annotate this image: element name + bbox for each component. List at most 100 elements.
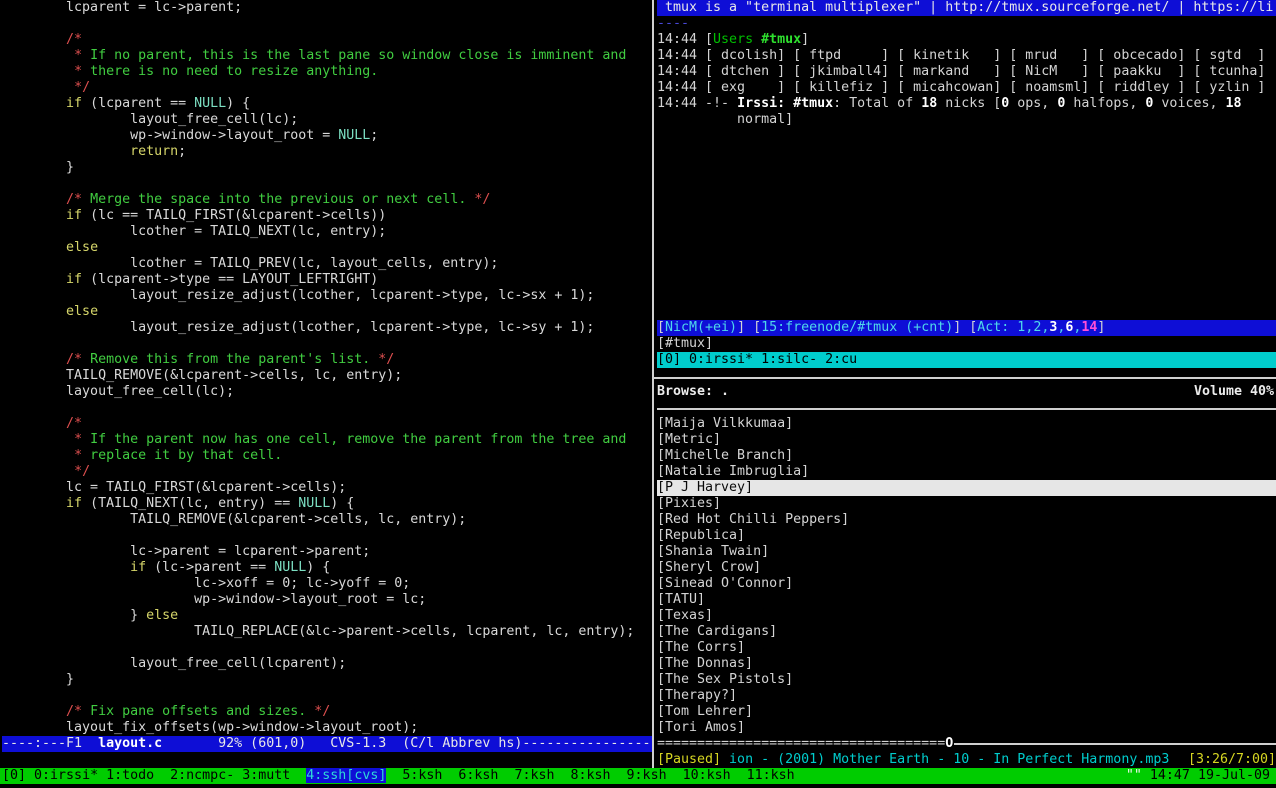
- irssi-message-line: 14:44 -!- Irssi: #tmux: Total of 18 nick…: [657, 96, 1276, 112]
- editor-pane[interactable]: lcparent = lc->parent; /* * If no parent…: [2, 0, 652, 768]
- text-segment: (lc->parent ==: [146, 560, 274, 575]
- text-segment: if: [130, 560, 146, 575]
- artist-item[interactable]: [Therapy?]: [657, 688, 1276, 704]
- code-line: }: [2, 160, 652, 176]
- artist-item[interactable]: [The Cardigans]: [657, 624, 1276, 640]
- code-line: lcother = TAILQ_PREV(lc, layout_cells, e…: [2, 256, 652, 272]
- code-line: /*: [2, 32, 652, 48]
- text-segment: /*: [66, 192, 90, 207]
- code-line: [2, 400, 652, 416]
- artist-item[interactable]: [Shania Twain]: [657, 544, 1276, 560]
- text-segment: ]: [1097, 320, 1105, 335]
- code-line: }: [2, 672, 652, 688]
- pane-border-vertical: [652, 0, 654, 768]
- ncmpc-pane[interactable]: Browse: . Volume 40% [Maija Vilkkumaa][M…: [657, 384, 1276, 768]
- text-segment: ) {: [330, 496, 354, 511]
- text-segment: normal]: [657, 112, 793, 127]
- code-line: lc->parent = lcparent->parent;: [2, 544, 652, 560]
- text-segment: NULL: [274, 560, 306, 575]
- track-time: [3:26/7:00]: [1188, 752, 1276, 768]
- artist-item[interactable]: [Sinead O'Connor]: [657, 576, 1276, 592]
- code-line: if (lcparent == NULL) {: [2, 96, 652, 112]
- text-segment: ]: [801, 32, 809, 47]
- tmux-window-11[interactable]: 11:ksh: [747, 768, 795, 783]
- irssi-pane[interactable]: tmux is a "terminal multiplexer" | http:…: [657, 0, 1276, 368]
- text-segment: ops,: [1009, 96, 1057, 111]
- now-playing-song: ion - (2001) Mother Earth - 10 - In Perf…: [721, 752, 1169, 767]
- artist-item[interactable]: [Michelle Branch]: [657, 448, 1276, 464]
- tmux-window-7[interactable]: 7:ksh: [514, 768, 554, 783]
- code-line: wp->window->layout_root = lc;: [2, 592, 652, 608]
- irssi-message-line: 14:44 [ exg ] [ killefiz ] [ micahcowan]…: [657, 80, 1276, 96]
- text-segment: [2, 32, 66, 47]
- code-line: [2, 640, 652, 656]
- pane-title: "": [1126, 768, 1150, 783]
- code-line: [2, 176, 652, 192]
- tmux-window-6[interactable]: 6:ksh: [458, 768, 498, 783]
- code-line: if (lcparent->type == LAYOUT_LEFTRIGHT): [2, 272, 652, 288]
- code-area: lcparent = lc->parent; /* * If no parent…: [2, 0, 652, 736]
- ncmpc-title-separator: [657, 408, 1276, 410]
- text-segment: [731, 768, 747, 783]
- clock: 14:47 19-Jul-09: [1150, 768, 1270, 783]
- text-segment: /*: [66, 704, 90, 719]
- text-segment: (lc == TAILQ_FIRST(&lcparent->cells)): [82, 208, 386, 223]
- text-segment: else: [146, 608, 178, 623]
- code-line: TAILQ_REPLACE(&lc->parent->cells, lcpare…: [2, 624, 652, 640]
- tmux-window-2[interactable]: 2:ncmpc-: [170, 768, 234, 783]
- tmux-window-10[interactable]: 10:ksh: [683, 768, 731, 783]
- code-line: layout_fix_offsets(wp->window->layout_ro…: [2, 720, 652, 736]
- artist-item[interactable]: [Tom Lehrer]: [657, 704, 1276, 720]
- progress-remaining: [954, 743, 1276, 745]
- artist-item[interactable]: [Republica]: [657, 528, 1276, 544]
- irssi-message-line: 14:44 [Users #tmux]: [657, 32, 1276, 48]
- playback-state: [Paused]: [657, 752, 721, 767]
- code-line: else: [2, 240, 652, 256]
- tmux-terminal: lcparent = lc->parent; /* * If no parent…: [0, 0, 1276, 788]
- text-segment: there is no need to resize anything.: [90, 64, 378, 79]
- text-segment: ----:---F1: [2, 736, 98, 751]
- text-segment: ;: [178, 144, 186, 159]
- artist-item[interactable]: [Maija Vilkkumaa]: [657, 416, 1276, 432]
- tmux-window-9[interactable]: 9:ksh: [627, 768, 667, 783]
- code-line: /* Fix pane offsets and sizes. */: [2, 704, 652, 720]
- tmux-window-0[interactable]: 0:irssi*: [34, 768, 98, 783]
- artist-item[interactable]: [Tori Amos]: [657, 720, 1276, 736]
- text-segment: [2, 80, 74, 95]
- artist-item[interactable]: [Texas]: [657, 608, 1276, 624]
- text-segment: else: [66, 304, 98, 319]
- irssi-input-line[interactable]: [#tmux]: [657, 336, 1276, 352]
- text-segment: NULL: [298, 496, 330, 511]
- text-segment: TAILQ_REPLACE(&lc->parent->cells, lcpare…: [2, 624, 634, 639]
- artist-item[interactable]: [The Sex Pistols]: [657, 672, 1276, 688]
- text-segment: [2, 304, 66, 319]
- artist-item[interactable]: [Red Hot Chilli Peppers]: [657, 512, 1276, 528]
- code-line: * there is no need to resize anything.: [2, 64, 652, 80]
- text-segment: 14:44 [: [657, 32, 713, 47]
- artist-item[interactable]: [Natalie Imbruglia]: [657, 464, 1276, 480]
- artist-item[interactable]: [Sheryl Crow]: [657, 560, 1276, 576]
- artist-item-selected[interactable]: [P J Harvey]: [657, 480, 1276, 496]
- text-segment: }: [2, 672, 74, 687]
- text-segment: (lcparent ==: [82, 96, 194, 111]
- code-line: layout_resize_adjust(lcother, lcparent->…: [2, 320, 652, 336]
- artist-item[interactable]: [Metric]: [657, 432, 1276, 448]
- ncmpc-progress-bar[interactable]: ====================================O: [657, 736, 1276, 752]
- text-segment: Remove this from the parent's list.: [90, 352, 378, 367]
- tmux-window-1[interactable]: 1:todo: [106, 768, 154, 783]
- artist-item[interactable]: [The Corrs]: [657, 640, 1276, 656]
- tmux-window-3[interactable]: 3:mutt: [242, 768, 290, 783]
- artist-item[interactable]: [Pixies]: [657, 496, 1276, 512]
- tmux-window-4-alert[interactable]: 4:ssh[cvs]: [306, 768, 386, 783]
- text-segment: [2, 96, 66, 111]
- artist-item[interactable]: [TATU]: [657, 592, 1276, 608]
- code-line: */: [2, 80, 652, 96]
- text-segment: Act: 1,2,: [977, 320, 1049, 335]
- text-segment: lc = TAILQ_FIRST(&lcparent->cells);: [2, 480, 346, 495]
- tmux-window-8[interactable]: 8:ksh: [571, 768, 611, 783]
- text-segment: [2, 144, 130, 159]
- artist-item[interactable]: [The Donnas]: [657, 656, 1276, 672]
- text-segment: Irssi: #tmux: [737, 96, 833, 111]
- progress-knob[interactable]: O: [945, 736, 953, 752]
- tmux-window-5[interactable]: 5:ksh: [402, 768, 442, 783]
